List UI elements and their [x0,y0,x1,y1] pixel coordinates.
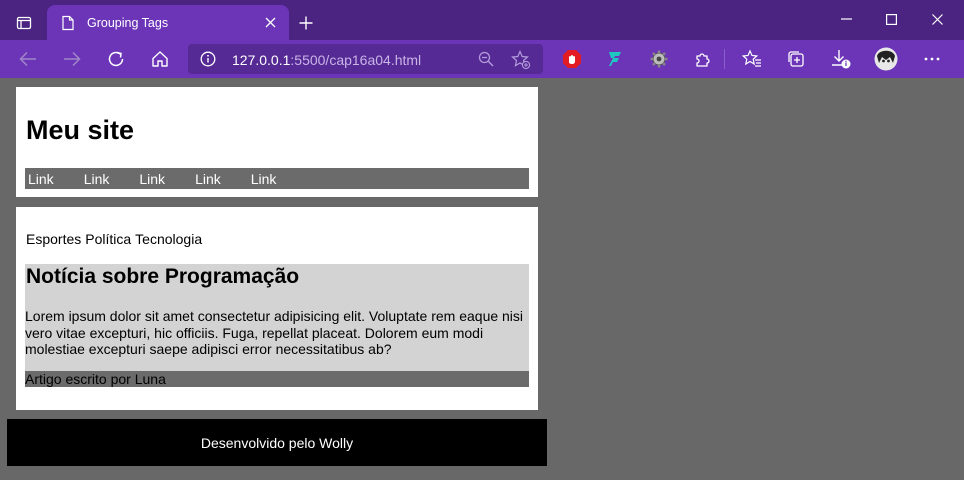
refresh-icon[interactable] [101,44,131,74]
adblock-icon[interactable] [557,44,587,74]
nav-menu: Link Link Link Link Link [25,168,529,189]
site-title: Meu site [26,115,135,145]
info-icon[interactable] [198,49,218,69]
address-bar[interactable]: 127.0.0.1:5500/cap16a04.html [188,44,543,74]
browser-toolbar: 127.0.0.1:5500/cap16a04.html [0,40,964,78]
category-list: Esportes Política Tecnologia [26,231,206,247]
back-arrow-icon[interactable] [13,44,43,74]
collections-icon[interactable] [781,44,811,74]
nav-link[interactable]: Link [28,171,54,187]
minimize-icon[interactable] [823,4,869,34]
home-icon[interactable] [145,44,175,74]
zoom-out-icon[interactable] [476,49,496,69]
maximize-icon[interactable] [868,4,914,34]
nav-link[interactable]: Link [139,171,165,187]
toolbar-separator [724,49,725,69]
add-favorite-icon[interactable] [510,49,532,71]
article-body: Lorem ipsum dolor sit amet consectetur a… [25,308,524,357]
gear-extension-icon[interactable] [644,44,674,74]
article-title: Notícia sobre Programação [26,265,300,288]
nav-link[interactable]: Link [84,171,110,187]
tab-actions-icon[interactable] [9,9,39,37]
close-icon[interactable] [257,10,283,36]
favorites-icon[interactable] [737,44,767,74]
tab-active[interactable]: Grouping Tags [47,5,289,40]
figma-extension-icon[interactable] [601,44,631,74]
category-item: Tecnologia [135,231,203,247]
article: Notícia sobre Programação Lorem ipsum do… [25,264,529,371]
downloads-icon[interactable] [826,44,856,74]
main-content: Esportes Política Tecnologia Notícia sobre… [16,207,538,410]
extensions-puzzle-icon[interactable] [688,44,718,74]
category-item: Política [85,231,132,247]
more-menu-icon[interactable] [917,44,947,74]
browser-titlebar: Grouping Tags [0,0,964,40]
nav-link[interactable]: Link [195,171,221,187]
forward-arrow-icon[interactable] [57,44,87,74]
article-footer: Artigo escrito por Luna [25,371,529,387]
category-item: Esportes [26,231,82,247]
page-icon [61,15,75,31]
plus-icon[interactable] [292,9,320,37]
site-header: Meu site Link Link Link Link Link [16,87,538,197]
nav-link[interactable]: Link [251,171,277,187]
page-footer: Desenvolvido pelo Wolly [7,419,547,466]
window-close-icon[interactable] [914,4,960,34]
tab-title: Grouping Tags [87,15,169,30]
url-text: 127.0.0.1:5500/cap16a04.html [232,52,422,68]
profile-avatar[interactable] [871,44,901,74]
